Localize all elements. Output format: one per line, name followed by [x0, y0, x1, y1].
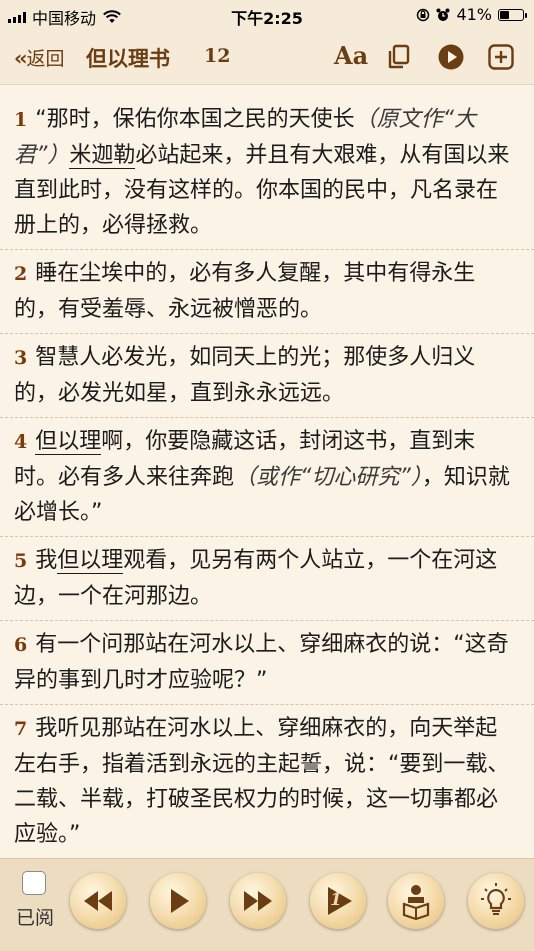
verse-item[interactable]: 2 睡在尘埃中的，必有多人复醒，其中有得永生的，有受羞辱、永远被憎恶的。 — [0, 250, 534, 334]
verse-item[interactable]: 4 但以理啊，你要隐藏这话，封闭这书，直到末时。必有多人来往奔跑（或作“切心研究”… — [0, 418, 534, 537]
verse-item[interactable]: 5 我但以理观看，见另有两个人站立，一个在河这边，一个在河那边。 — [0, 537, 534, 621]
back-label: 返回 — [26, 48, 65, 70]
chapter-play-button[interactable]: 1 — [310, 873, 366, 929]
verse-item[interactable]: 1 “那时，保佑你本国之民的天使长（原文作“大君”）米迦勒必站起来，并且有大艰难，… — [0, 96, 534, 250]
status-right: 41% — [416, 5, 527, 24]
reader-icon — [402, 885, 430, 921]
fast-forward-icon — [244, 891, 272, 911]
verse-list[interactable]: 1 “那时，保佑你本国之民的天使长（原文作“大君”）米迦勒必站起来，并且有大艰难，… — [0, 96, 534, 864]
back-button[interactable]: ‹‹ 返回 — [14, 44, 65, 71]
read-checkbox[interactable] — [22, 871, 46, 895]
brightness-button[interactable] — [468, 873, 524, 929]
play-icon — [171, 889, 189, 913]
verse-number: 3 — [14, 347, 28, 369]
verse-number: 7 — [14, 718, 28, 740]
battery-level — [500, 10, 509, 19]
nav-bar: ‹‹ 返回 但以理书 12 Aa — [0, 30, 534, 85]
verse-text: “那时，保佑你本国之民的天使长 — [35, 107, 355, 132]
status-bar: 中国移动 下午2:25 41% — [0, 0, 534, 30]
alarm-icon — [436, 8, 450, 21]
verse-item[interactable]: 6 有一个问那站在河水以上、穿细麻衣的说：“这奇异的事到几时才应验呢？” — [0, 621, 534, 705]
copy-icon[interactable] — [384, 42, 414, 72]
verse-text: 智慧人必发光，如同天上的光；那使多人归义的，必发光如星，直到永永远远。 — [14, 345, 476, 406]
linked-name[interactable]: 但以理 — [57, 548, 124, 574]
rewind-icon — [84, 891, 112, 911]
verse-text: 我 — [35, 548, 58, 573]
verse-number: 1 — [14, 109, 28, 131]
rotation-lock-icon — [417, 8, 430, 21]
book-title[interactable]: 但以理书 — [86, 43, 170, 73]
font-size-button[interactable]: Aa — [334, 41, 368, 70]
linked-name[interactable]: 但以理 — [35, 429, 102, 455]
read-label: 已阅 — [16, 907, 55, 929]
linked-name[interactable]: 米迦勒 — [69, 143, 136, 169]
chapter-badge: 1 — [330, 890, 342, 910]
verse-text: 睡在尘埃中的，必有多人复醒，其中有得永生的，有受羞辱、永远被憎恶的。 — [14, 261, 476, 322]
verse-number: 2 — [14, 263, 28, 285]
next-chapter-button[interactable] — [230, 873, 286, 929]
verse-note: （或作“切心研究”） — [234, 465, 422, 490]
lightbulb-icon — [481, 883, 511, 915]
chapter-number[interactable]: 12 — [204, 45, 230, 67]
bottom-toolbar: 已阅 1 — [0, 858, 534, 951]
battery-percent: 41% — [456, 5, 492, 24]
verse-text: 有一个问那站在河水以上、穿细麻衣的说：“这奇异的事到几时才应验呢？” — [14, 632, 509, 693]
play-button[interactable] — [150, 873, 206, 929]
previous-chapter-button[interactable] — [70, 873, 126, 929]
verse-number: 4 — [14, 431, 28, 453]
reading-mode-button[interactable] — [388, 873, 444, 929]
battery-icon — [498, 8, 527, 21]
double-chevron-left-icon: ‹‹ — [14, 45, 28, 70]
verse-item[interactable]: 3 智慧人必发光，如同天上的光；那使多人归义的，必发光如星，直到永永远远。 — [0, 334, 534, 418]
verse-number: 6 — [14, 634, 28, 656]
verse-text: 我听见那站在河水以上、穿细麻衣的，向天举起左右手，指着活到永远的主起誓，说：“要… — [14, 716, 510, 847]
verse-item[interactable]: 7 我听见那站在河水以上、穿细麻衣的，向天举起左右手，指着活到永远的主起誓，说：“… — [0, 705, 534, 859]
play-audio-icon[interactable] — [436, 42, 466, 72]
add-icon[interactable] — [486, 42, 516, 72]
verse-number: 5 — [14, 550, 28, 572]
